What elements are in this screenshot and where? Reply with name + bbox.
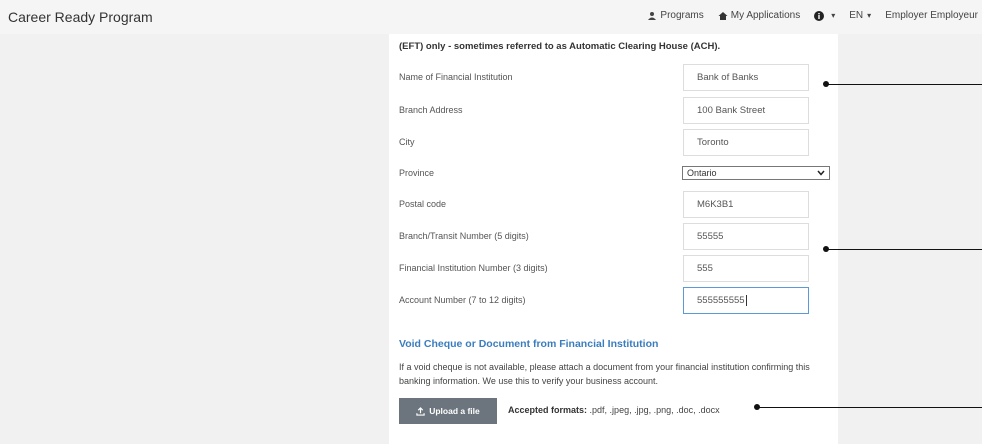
label-postal-code: Postal code <box>399 199 447 209</box>
nav-applications[interactable]: My Applications <box>718 10 800 21</box>
institution-number-field[interactable]: 555 <box>683 255 809 282</box>
city-value: Toronto <box>697 137 729 148</box>
label-institution-number: Financial Institution Number (3 digits) <box>399 263 548 273</box>
branch-address-value: 100 Bank Street <box>697 105 766 116</box>
nav-programs[interactable]: Programs <box>647 10 704 21</box>
nav-menu: Programs My Applications ▾ EN ▾ Employer… <box>633 10 978 21</box>
callout-line <box>826 249 982 250</box>
banking-form-panel: (EFT) only - sometimes referred to as Au… <box>389 34 838 444</box>
chevron-down-icon: ▾ <box>831 11 836 20</box>
upload-section-title: Void Cheque or Document from Financial I… <box>399 338 659 350</box>
accepted-formats: Accepted formats: .pdf, .jpeg, .jpg, .pn… <box>508 405 720 415</box>
brand-title[interactable]: Career Ready Program <box>8 9 153 25</box>
upload-button-label: Upload a file <box>429 406 480 416</box>
upload-file-button[interactable]: Upload a file <box>399 398 497 424</box>
label-institution-name: Name of Financial Institution <box>399 72 513 82</box>
institution-name-field[interactable]: Bank of Banks <box>683 64 809 91</box>
label-transit-number: Branch/Transit Number (5 digits) <box>399 231 529 241</box>
postal-code-value: M6K3B1 <box>697 199 734 210</box>
accepted-formats-value: .pdf, .jpeg, .jpg, .png, .doc, .docx <box>589 405 720 415</box>
nav-language-label: EN <box>849 10 864 21</box>
people-icon <box>648 11 657 20</box>
nav-info-menu[interactable]: ▾ <box>814 10 836 21</box>
label-account-number: Account Number (7 to 12 digits) <box>399 295 526 305</box>
callout-line <box>757 407 982 408</box>
chevron-down-icon: ▾ <box>867 11 872 20</box>
transit-number-field[interactable]: 55555 <box>683 223 809 250</box>
nav-language[interactable]: EN ▾ <box>849 10 871 21</box>
label-province: Province <box>399 168 435 178</box>
top-navbar: Career Ready Program Programs My Applica… <box>0 0 982 34</box>
callout-line <box>826 84 982 85</box>
upload-help-text: If a void cheque is not available, pleas… <box>399 362 810 386</box>
label-branch-address: Branch Address <box>399 105 463 115</box>
account-number-value: 555555555 <box>697 295 745 306</box>
text-cursor <box>745 295 747 306</box>
home-icon <box>718 11 728 20</box>
nav-programs-label: Programs <box>660 10 704 21</box>
chevron-down-icon <box>817 170 825 176</box>
province-value: Ontario <box>687 168 717 178</box>
branch-address-field[interactable]: 100 Bank Street <box>683 97 809 124</box>
info-icon <box>814 10 825 21</box>
nav-applications-label: My Applications <box>730 10 801 21</box>
city-field[interactable]: Toronto <box>683 129 809 156</box>
transit-number-value: 55555 <box>697 231 724 242</box>
institution-number-value: 555 <box>697 263 713 274</box>
account-number-field[interactable]: 555555555 <box>683 287 809 314</box>
nav-user[interactable]: Employer Employeur <box>885 10 978 21</box>
postal-code-field[interactable]: M6K3B1 <box>683 191 809 218</box>
label-city: City <box>399 137 415 147</box>
upload-icon <box>416 406 425 416</box>
province-select[interactable]: Ontario <box>682 166 830 180</box>
institution-name-value: Bank of Banks <box>697 72 759 83</box>
nav-user-label: Employer Employeur <box>885 10 978 21</box>
accepted-formats-label: Accepted formats: <box>508 405 588 415</box>
intro-text: (EFT) only - sometimes referred to as Au… <box>399 41 721 52</box>
